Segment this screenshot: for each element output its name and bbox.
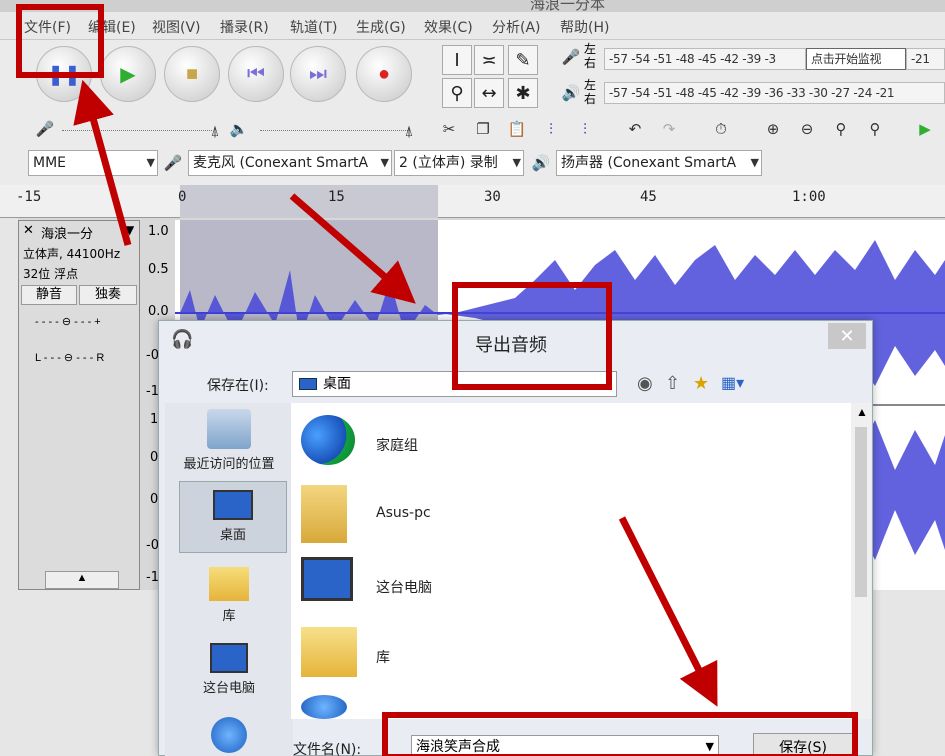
arrow-to-save-row [618, 516, 718, 707]
arrow-to-file-menu [73, 79, 132, 246]
arrow-to-dialog-title [289, 193, 416, 304]
annotation-arrows [73, 79, 718, 707]
screenshot-stage: 海浪一分本 文件(F) 编辑(E) 视图(V) 播录(R) 轨道(T) 生成(G… [0, 0, 945, 756]
